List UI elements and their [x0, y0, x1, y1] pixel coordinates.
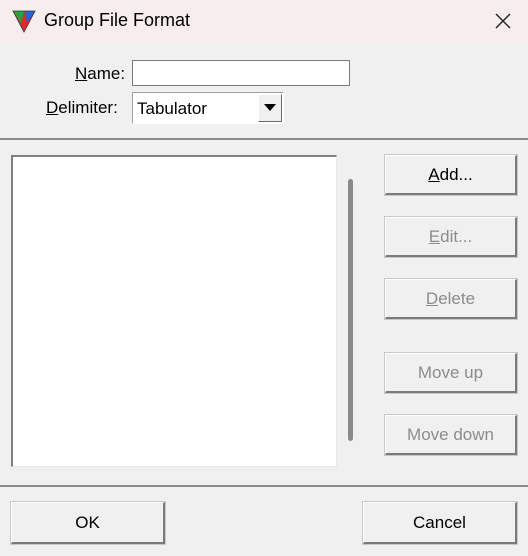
name-label: Name: — [75, 64, 126, 83]
name-input[interactable] — [132, 60, 350, 86]
cancel-button[interactable]: Cancel — [362, 501, 518, 545]
add-button[interactable]: Add... — [384, 154, 518, 196]
window-title: Group File Format — [44, 10, 191, 30]
bottom-divider — [0, 485, 528, 487]
move-up-button[interactable]: Move up — [384, 352, 518, 394]
top-divider — [0, 138, 528, 140]
list-scrollbar[interactable] — [337, 155, 363, 467]
delimiter-combobox[interactable]: Tabulator — [132, 92, 284, 124]
delete-button[interactable]: Delete — [384, 278, 518, 320]
close-icon — [495, 13, 511, 29]
move-down-button[interactable]: Move down — [384, 414, 518, 456]
tri-color-triangle-icon — [12, 10, 36, 33]
title-bar: Group File Format — [0, 0, 528, 42]
delimiter-value: Tabulator — [137, 99, 207, 118]
scrollbar-thumb[interactable] — [348, 179, 353, 441]
delimiter-label: Delimiter: — [46, 98, 118, 117]
edit-button[interactable]: Edit... — [384, 216, 518, 258]
close-button[interactable] — [488, 6, 518, 36]
format-list[interactable] — [11, 155, 337, 467]
delimiter-dropdown-button[interactable] — [258, 94, 282, 122]
chevron-down-icon — [264, 104, 276, 111]
ok-button[interactable]: OK — [10, 501, 166, 545]
